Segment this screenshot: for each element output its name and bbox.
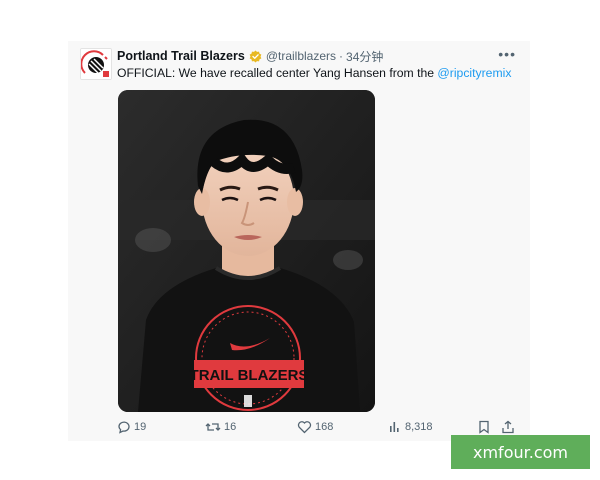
verified-badge-icon (249, 49, 262, 63)
views-count: 8,318 (405, 421, 433, 433)
separator-dot: · (339, 49, 344, 63)
reply-button[interactable]: 19 (117, 420, 146, 434)
tweet-photo[interactable]: TRAIL BLAZERS (118, 90, 375, 412)
repost-button[interactable]: 16 (205, 420, 236, 434)
author-handle[interactable]: @trailblazers (266, 49, 336, 63)
tweet-card[interactable]: Portland Trail Blazers @trailblazers · 3… (68, 41, 530, 441)
reply-count: 19 (134, 421, 147, 433)
share-icon (502, 420, 514, 434)
more-options-icon[interactable]: ••• (498, 47, 516, 61)
tweet-timestamp[interactable]: 34分钟 (346, 48, 383, 65)
author-avatar[interactable] (80, 48, 112, 80)
tweet-text: OFFICIAL: We have recalled center Yang H… (117, 66, 511, 80)
views-button[interactable]: 8,318 (388, 420, 433, 434)
tweet-header: Portland Trail Blazers @trailblazers · 3… (117, 48, 383, 64)
mention-link[interactable]: @ripcityremix (437, 66, 511, 80)
like-count: 168 (315, 421, 334, 433)
like-button[interactable]: 168 (297, 420, 333, 434)
player-photo-image: TRAIL BLAZERS (118, 90, 375, 412)
tweet-text-body: OFFICIAL: We have recalled center Yang H… (117, 66, 438, 80)
reply-icon (118, 421, 130, 434)
views-chart-icon (390, 422, 399, 432)
repost-icon (205, 423, 221, 431)
heart-icon (297, 421, 312, 434)
share-button[interactable] (501, 420, 518, 434)
shirt-text: TRAIL BLAZERS (190, 367, 309, 384)
trail-blazers-logo-icon (81, 49, 111, 79)
bookmark-button[interactable] (478, 420, 493, 434)
site-watermark: xmfour.com (451, 435, 590, 469)
bookmark-icon (479, 420, 489, 434)
repost-count: 16 (224, 421, 237, 433)
author-name[interactable]: Portland Trail Blazers (117, 49, 245, 63)
